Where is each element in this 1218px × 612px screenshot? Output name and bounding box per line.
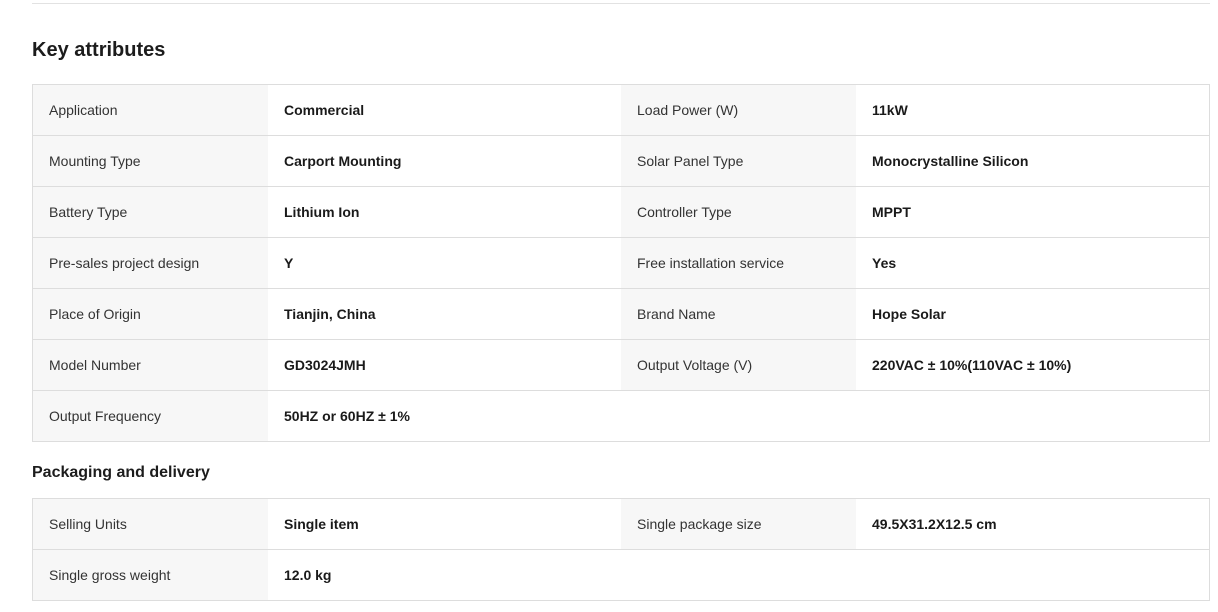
attribute-value: Hope Solar	[856, 289, 1209, 339]
attribute-value: MPPT	[856, 187, 1209, 237]
attribute-row: Selling Units Single item Single package…	[33, 499, 1209, 550]
attribute-label: Output Voltage (V)	[621, 340, 856, 390]
attribute-label: Solar Panel Type	[621, 136, 856, 186]
attribute-value: 11kW	[856, 85, 1209, 135]
attribute-value: Commercial	[268, 85, 621, 135]
product-attributes-page: Key attributes Application Commercial Lo…	[0, 0, 1218, 612]
attribute-row: Application Commercial Load Power (W) 11…	[33, 85, 1209, 136]
attribute-row: Pre-sales project design Y Free installa…	[33, 238, 1209, 289]
attribute-value: 220VAC ± 10%(110VAC ± 10%)	[856, 340, 1209, 390]
attribute-label: Application	[33, 85, 268, 135]
key-attributes-table: Application Commercial Load Power (W) 11…	[32, 84, 1210, 442]
attribute-label: Load Power (W)	[621, 85, 856, 135]
attribute-label: Place of Origin	[33, 289, 268, 339]
empty-cell	[621, 391, 856, 441]
attribute-row: Output Frequency 50HZ or 60HZ ± 1%	[33, 391, 1209, 441]
attribute-label: Pre-sales project design	[33, 238, 268, 288]
attribute-value: 49.5X31.2X12.5 cm	[856, 499, 1209, 549]
attribute-value: GD3024JMH	[268, 340, 621, 390]
attribute-row: Model Number GD3024JMH Output Voltage (V…	[33, 340, 1209, 391]
attribute-label: Model Number	[33, 340, 268, 390]
attribute-label: Output Frequency	[33, 391, 268, 441]
empty-cell	[621, 550, 856, 600]
attribute-value: 50HZ or 60HZ ± 1%	[268, 391, 621, 441]
attribute-label: Single gross weight	[33, 550, 268, 600]
attribute-label: Brand Name	[621, 289, 856, 339]
empty-cell	[856, 550, 1209, 600]
attribute-value: Carport Mounting	[268, 136, 621, 186]
attribute-row: Place of Origin Tianjin, China Brand Nam…	[33, 289, 1209, 340]
top-divider	[32, 3, 1210, 4]
packaging-title: Packaging and delivery	[32, 464, 210, 481]
attribute-label: Mounting Type	[33, 136, 268, 186]
empty-cell	[856, 391, 1209, 441]
attribute-value: Tianjin, China	[268, 289, 621, 339]
attribute-value: Monocrystalline Silicon	[856, 136, 1209, 186]
attribute-label: Controller Type	[621, 187, 856, 237]
attribute-value: 12.0 kg	[268, 550, 621, 600]
attribute-label: Battery Type	[33, 187, 268, 237]
attribute-row: Mounting Type Carport Mounting Solar Pan…	[33, 136, 1209, 187]
packaging-table: Selling Units Single item Single package…	[32, 498, 1210, 601]
attribute-value: Yes	[856, 238, 1209, 288]
attribute-value: Y	[268, 238, 621, 288]
attribute-label: Single package size	[621, 499, 856, 549]
attribute-label: Free installation service	[621, 238, 856, 288]
attribute-label: Selling Units	[33, 499, 268, 549]
attribute-value: Single item	[268, 499, 621, 549]
key-attributes-title: Key attributes	[32, 39, 166, 61]
attribute-row: Single gross weight 12.0 kg	[33, 550, 1209, 600]
attribute-row: Battery Type Lithium Ion Controller Type…	[33, 187, 1209, 238]
attribute-value: Lithium Ion	[268, 187, 621, 237]
